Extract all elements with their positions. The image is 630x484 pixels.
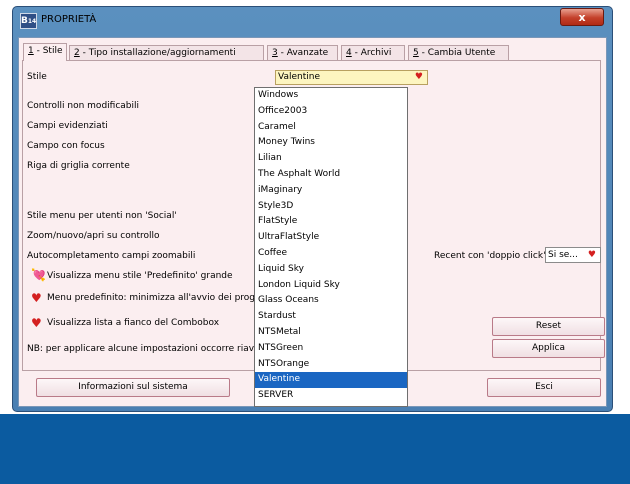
dropdown-option[interactable]: Money Twins	[255, 135, 407, 151]
title-bar[interactable]: B14 PROPRIETÀ x	[13, 7, 612, 35]
style-combobox[interactable]: Valentine ♥	[275, 70, 428, 85]
dropdown-option[interactable]: London Liquid Sky	[255, 278, 407, 294]
label-nb: NB: per applicare alcune impostazioni oc…	[27, 344, 260, 354]
label-autocompl: Autocompletamento campi zoomabili	[27, 251, 196, 261]
label-menu-social: Stile menu per utenti non 'Social'	[27, 211, 177, 221]
dropdown-option[interactable]: UltraFlatStyle	[255, 230, 407, 246]
tab-avanzate[interactable]: 3 - Avanzate	[267, 45, 338, 60]
tab-tipo-installazione[interactable]: 2 - Tipo installazione/aggiornamenti	[69, 45, 264, 60]
dropdown-option[interactable]: SERVER	[255, 388, 407, 404]
label-campo-focus: Campo con focus	[27, 141, 105, 151]
heart-arrow-icon[interactable]: 💘	[31, 268, 46, 282]
heart-icon[interactable]: ♥	[31, 291, 42, 305]
label-campi: Campi evidenziati	[27, 121, 108, 131]
label-controlli: Controlli non modificabili	[27, 101, 140, 111]
reset-button[interactable]: Reset	[492, 317, 605, 336]
label-zoom: Zoom/nuovo/apri su controllo	[27, 231, 160, 241]
tab-archivi[interactable]: 4 - Archivi	[341, 45, 405, 60]
dropdown-option[interactable]: The Asphalt World	[255, 167, 407, 183]
label-visualizza-menu: Visualizza menu stile 'Predefinito' gran…	[47, 271, 233, 281]
dropdown-option[interactable]: Lilian	[255, 151, 407, 167]
dropdown-option[interactable]: Glass Oceans	[255, 293, 407, 309]
label-recent: Recent con 'doppio click'	[434, 251, 546, 261]
info-sistema-button[interactable]: Informazioni sul sistema	[36, 378, 230, 397]
desktop-background	[0, 414, 630, 484]
dropdown-option[interactable]: NTSGreen	[255, 341, 407, 357]
heart-icon[interactable]: ♥	[31, 316, 42, 330]
label-stile: Stile	[27, 72, 47, 82]
window-title: PROPRIETÀ	[41, 14, 97, 25]
app-icon: B14	[20, 13, 37, 29]
dropdown-option[interactable]: NTSOrange	[255, 357, 407, 373]
dropdown-option[interactable]: NTSMetal	[255, 325, 407, 341]
tab-cambia-utente[interactable]: 5 - Cambia Utente	[408, 45, 509, 60]
recent-combobox[interactable]: Si se... ♥	[545, 247, 601, 263]
dropdown-option[interactable]: FlatStyle	[255, 214, 407, 230]
dropdown-option[interactable]: Caramel	[255, 120, 407, 136]
heart-icon: ♥	[587, 250, 596, 260]
close-button[interactable]: x	[560, 8, 604, 26]
dropdown-option[interactable]: Coffee	[255, 246, 407, 262]
style-dropdown-list[interactable]: Windows Office2003 Caramel Money Twins Lilia…	[254, 87, 408, 407]
dropdown-option[interactable]: Office2003	[255, 104, 407, 120]
tab-stile[interactable]: 1 - Stile	[23, 43, 67, 61]
dropdown-option[interactable]: Style3D	[255, 199, 407, 215]
dropdown-option[interactable]: iMaginary	[255, 183, 407, 199]
label-riga: Riga di griglia corrente	[27, 161, 130, 171]
dropdown-option[interactable]: Liquid Sky	[255, 262, 407, 278]
esci-button[interactable]: Esci	[487, 378, 601, 397]
label-visualizza-lista: Visualizza lista a fianco del Combobox	[47, 318, 220, 328]
label-menu-pred: Menu predefinito: minimizza all'avvio de…	[47, 293, 259, 303]
heart-icon: ♥	[414, 72, 423, 82]
dropdown-option[interactable]: Stardust	[255, 309, 407, 325]
dropdown-option[interactable]: Valentine	[255, 372, 407, 389]
dropdown-option[interactable]: Windows	[255, 88, 407, 104]
applica-button[interactable]: Applica	[492, 339, 605, 358]
